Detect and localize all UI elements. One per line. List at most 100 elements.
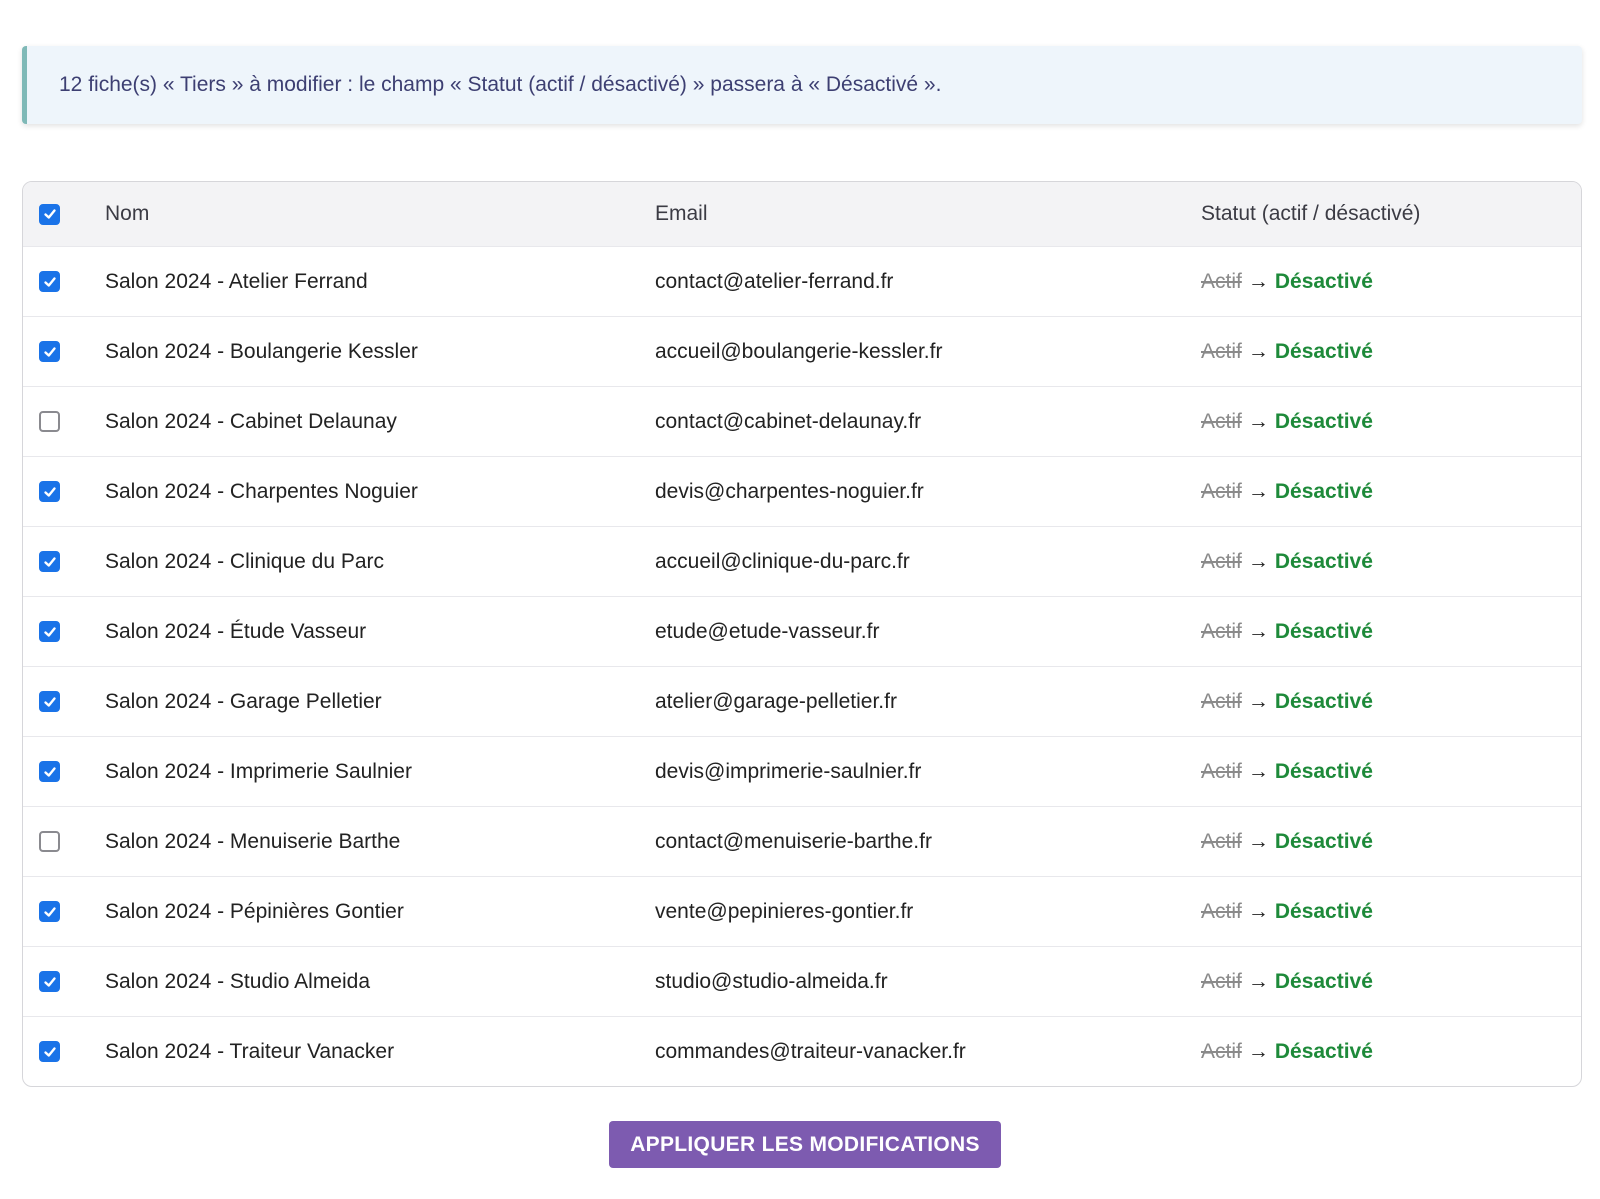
row-email: vente@pepinieres-gontier.fr — [655, 899, 914, 923]
row-email: contact@cabinet-delaunay.fr — [655, 409, 922, 433]
table-header: Nom Email Statut (actif / désactivé) — [23, 182, 1581, 246]
row-name: Salon 2024 - Charpentes Noguier — [105, 479, 418, 503]
table-row[interactable]: Salon 2024 - Étude Vasseur etude@etude-va… — [23, 596, 1581, 666]
new-status-value: Désactivé — [1274, 269, 1373, 293]
row-checkbox[interactable] — [39, 901, 60, 922]
row-email: studio@studio-almeida.fr — [655, 969, 888, 993]
new-status-value: Désactivé — [1274, 689, 1373, 713]
apply-changes-button[interactable]: APPLIQUER LES MODIFICATIONS — [609, 1121, 1001, 1168]
old-status-value: Actif — [1201, 549, 1242, 573]
row-name: Salon 2024 - Cabinet Delaunay — [105, 409, 397, 433]
row-name: Salon 2024 - Étude Vasseur — [105, 619, 367, 643]
new-status-value: Désactivé — [1274, 829, 1373, 853]
table-row[interactable]: Salon 2024 - Clinique du Parc accueil@cli… — [23, 526, 1581, 596]
row-checkbox[interactable] — [39, 761, 60, 782]
row-email: commandes@traiteur-vanacker.fr — [655, 1039, 966, 1063]
arrow-icon: → — [1247, 619, 1269, 643]
arrow-icon: → — [1247, 829, 1269, 853]
row-email: devis@charpentes-noguier.fr — [655, 479, 924, 503]
old-status-value: Actif — [1201, 409, 1242, 433]
row-checkbox[interactable] — [39, 691, 60, 712]
table-row[interactable]: Salon 2024 - Boulangerie Kessler accueil@… — [23, 316, 1581, 386]
row-checkbox[interactable] — [39, 341, 60, 362]
arrow-icon: → — [1247, 409, 1269, 433]
new-status-value: Désactivé — [1274, 969, 1373, 993]
old-status-value: Actif — [1201, 1039, 1242, 1063]
row-name: Salon 2024 - Menuiserie Barthe — [105, 829, 401, 853]
row-status: Actif → Désactivé — [1201, 550, 1581, 574]
table-row[interactable]: Salon 2024 - Charpentes Noguier devis@cha… — [23, 456, 1581, 526]
new-status-value: Désactivé — [1274, 1039, 1373, 1063]
old-status-value: Actif — [1201, 619, 1242, 643]
old-status-value: Actif — [1201, 339, 1242, 363]
row-status: Actif → Désactivé — [1201, 480, 1581, 504]
info-notice: 12 fiche(s) « Tiers » à modifier : le ch… — [22, 46, 1582, 124]
arrow-icon: → — [1247, 759, 1269, 783]
column-header-email[interactable]: Email — [655, 202, 1201, 226]
row-checkbox[interactable] — [39, 551, 60, 572]
select-all-checkbox[interactable] — [39, 203, 60, 225]
new-status-value: Désactivé — [1274, 759, 1373, 783]
old-status-value: Actif — [1201, 689, 1242, 713]
table-row[interactable]: Salon 2024 - Garage Pelletier atelier@gar… — [23, 666, 1581, 736]
row-status: Actif → Désactivé — [1201, 970, 1581, 994]
row-status: Actif → Désactivé — [1201, 410, 1581, 434]
row-checkbox[interactable] — [39, 621, 60, 642]
new-status-value: Désactivé — [1274, 339, 1373, 363]
new-status-value: Désactivé — [1274, 549, 1373, 573]
table-row[interactable]: Salon 2024 - Studio Almeida studio@studio… — [23, 946, 1581, 1016]
row-email: contact@atelier-ferrand.fr — [655, 269, 894, 293]
table-body: Salon 2024 - Atelier Ferrand contact@atel… — [23, 246, 1581, 1086]
new-status-value: Désactivé — [1274, 899, 1373, 923]
old-status-value: Actif — [1201, 969, 1242, 993]
arrow-icon: → — [1247, 269, 1269, 293]
row-checkbox[interactable] — [39, 971, 60, 992]
records-table: Nom Email Statut (actif / désactivé) Sal… — [22, 181, 1582, 1087]
row-email: atelier@garage-pelletier.fr — [655, 689, 897, 713]
row-status: Actif → Désactivé — [1201, 760, 1581, 784]
row-name: Salon 2024 - Traiteur Vanacker — [105, 1039, 395, 1063]
row-name: Salon 2024 - Garage Pelletier — [105, 689, 382, 713]
column-header-name[interactable]: Nom — [105, 202, 655, 226]
old-status-value: Actif — [1201, 479, 1242, 503]
old-status-value: Actif — [1201, 899, 1242, 923]
row-checkbox[interactable] — [39, 481, 60, 502]
row-email: devis@imprimerie-saulnier.fr — [655, 759, 922, 783]
new-status-value: Désactivé — [1274, 409, 1373, 433]
new-status-value: Désactivé — [1274, 479, 1373, 503]
table-row[interactable]: Salon 2024 - Traiteur Vanacker commandes@… — [23, 1016, 1581, 1086]
arrow-icon: → — [1247, 689, 1269, 713]
old-status-value: Actif — [1201, 269, 1242, 293]
arrow-icon: → — [1247, 1039, 1269, 1063]
table-row[interactable]: Salon 2024 - Atelier Ferrand contact@atel… — [23, 246, 1581, 316]
row-email: accueil@boulangerie-kessler.fr — [655, 339, 943, 363]
row-name: Salon 2024 - Imprimerie Saulnier — [105, 759, 412, 783]
row-checkbox[interactable] — [39, 1041, 60, 1062]
row-name: Salon 2024 - Clinique du Parc — [105, 549, 385, 573]
arrow-icon: → — [1247, 479, 1269, 503]
row-status: Actif → Désactivé — [1201, 830, 1581, 854]
row-checkbox[interactable] — [39, 271, 60, 292]
arrow-icon: → — [1247, 899, 1269, 923]
old-status-value: Actif — [1201, 829, 1242, 853]
table-row[interactable]: Salon 2024 - Imprimerie Saulnier devis@im… — [23, 736, 1581, 806]
table-row[interactable]: Salon 2024 - Menuiserie Barthe contact@me… — [23, 806, 1581, 876]
row-email: etude@etude-vasseur.fr — [655, 619, 880, 643]
table-row[interactable]: Salon 2024 - Cabinet Delaunay contact@cab… — [23, 386, 1581, 456]
row-status: Actif → Désactivé — [1201, 340, 1581, 364]
arrow-icon: → — [1247, 969, 1269, 993]
old-status-value: Actif — [1201, 759, 1242, 783]
row-status: Actif → Désactivé — [1201, 270, 1581, 294]
row-name: Salon 2024 - Boulangerie Kessler — [105, 339, 418, 363]
row-status: Actif → Désactivé — [1201, 1040, 1581, 1064]
row-name: Salon 2024 - Atelier Ferrand — [105, 269, 368, 293]
row-checkbox[interactable] — [39, 831, 60, 852]
arrow-icon: → — [1247, 339, 1269, 363]
row-status: Actif → Désactivé — [1201, 900, 1581, 924]
row-email: contact@menuiserie-barthe.fr — [655, 829, 932, 853]
row-checkbox[interactable] — [39, 411, 60, 432]
row-name: Salon 2024 - Pépinières Gontier — [105, 899, 404, 923]
row-name: Salon 2024 - Studio Almeida — [105, 969, 371, 993]
table-row[interactable]: Salon 2024 - Pépinières Gontier vente@pep… — [23, 876, 1581, 946]
column-header-status[interactable]: Statut (actif / désactivé) — [1201, 202, 1581, 226]
